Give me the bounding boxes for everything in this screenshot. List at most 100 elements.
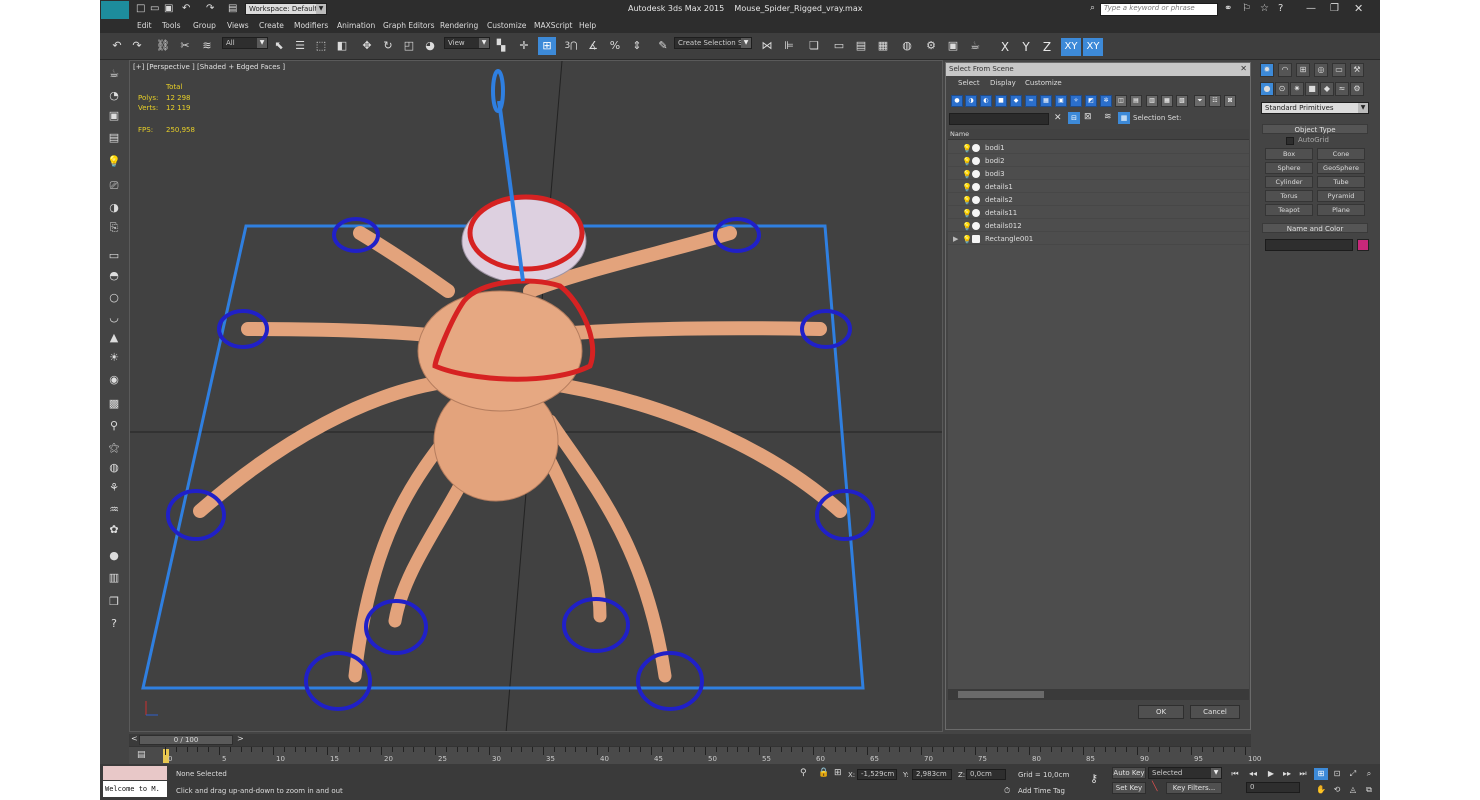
filter-groups-icon[interactable]: ▦ xyxy=(1040,95,1052,107)
hair-icon[interactable]: ♒ xyxy=(106,502,122,518)
filter-hidden-icon[interactable]: ◫ xyxy=(1115,95,1127,107)
maximize-viewport-icon[interactable]: ⧉ xyxy=(1362,784,1376,796)
time-slider[interactable]: < 0 / 100 > xyxy=(129,734,1251,746)
filter-bones-icon[interactable]: ✧ xyxy=(1070,95,1082,107)
primitive-plane-button[interactable]: Plane xyxy=(1317,204,1365,216)
copy-icon[interactable]: ❐ xyxy=(106,594,122,610)
dialog-close-icon[interactable]: ✕ xyxy=(1240,64,1247,73)
circle-icon[interactable]: ○ xyxy=(106,290,122,306)
axis-xy-cycle-button[interactable]: XY xyxy=(1083,38,1103,56)
primitive-category-dropdown[interactable]: Standard Primitives ▼ xyxy=(1261,102,1369,114)
y-coordinate-field[interactable]: 2,983cm xyxy=(912,769,952,780)
light-icon[interactable]: 💡 xyxy=(106,154,122,170)
restore-icon[interactable]: ❐ xyxy=(1330,3,1339,14)
axis-z-button[interactable]: Z xyxy=(1040,38,1054,56)
spinner-snap-icon[interactable]: ⇕ xyxy=(628,37,646,55)
menu-help[interactable]: Help xyxy=(579,21,596,30)
list-item[interactable]: 💡 bodi3 xyxy=(948,168,1249,180)
layers-icon[interactable]: ▤ xyxy=(106,130,122,146)
shape-icon[interactable] xyxy=(972,235,980,243)
render-setup-icon[interactable]: ⚙ xyxy=(922,37,940,55)
play-icon[interactable]: ▶ xyxy=(1264,768,1278,780)
material-editor-icon[interactable]: ◍ xyxy=(898,37,916,55)
key-mode-toggle-icon[interactable]: ⊞ xyxy=(1314,768,1328,780)
menu-create[interactable]: Create xyxy=(259,21,284,30)
display-none-icon[interactable]: ▥ xyxy=(1146,95,1158,107)
curve-editor-icon[interactable]: ▤ xyxy=(852,37,870,55)
spider-thorax[interactable] xyxy=(417,290,583,412)
hold-icon[interactable]: ▤ xyxy=(228,3,237,14)
expand-arrow-icon[interactable]: ▶ xyxy=(953,233,958,245)
checker-icon[interactable]: ▩ xyxy=(106,396,122,412)
primitive-box-button[interactable]: Box xyxy=(1265,148,1313,160)
move-icon[interactable]: ✥ xyxy=(358,37,376,55)
teapot-icon[interactable]: ☕ xyxy=(106,66,122,82)
open-file-icon[interactable]: ▭ xyxy=(150,3,159,14)
place-icon[interactable]: ◕ xyxy=(421,37,439,55)
time-slider-prev[interactable]: < xyxy=(131,734,138,743)
dialog-menu-select[interactable]: Select xyxy=(958,79,980,87)
time-configuration-icon[interactable]: ⊡ xyxy=(1330,768,1344,780)
z-coordinate-field[interactable]: 0,0cm xyxy=(966,769,1006,780)
object-name-input[interactable] xyxy=(1265,239,1353,251)
visibility-icon[interactable] xyxy=(972,183,980,191)
dialog-menu-customize[interactable]: Customize xyxy=(1025,79,1062,87)
list-item[interactable]: 💡 bodi1 xyxy=(948,142,1249,154)
selection-set-icon[interactable]: ▦ xyxy=(1118,112,1130,124)
list-horizontal-scrollbar[interactable] xyxy=(948,689,1249,700)
list-item[interactable]: 💡 details11 xyxy=(948,207,1249,219)
display-all-icon[interactable]: ▤ xyxy=(1130,95,1142,107)
maxscript-listener-top[interactable] xyxy=(103,766,167,780)
close-icon[interactable]: ✕ xyxy=(1354,2,1363,15)
pan-icon[interactable]: ✋ xyxy=(1314,784,1328,796)
filter-list-icon[interactable]: ☷ xyxy=(1209,95,1221,107)
scrollbar-thumb[interactable] xyxy=(958,691,1044,698)
select-by-name-icon[interactable]: ☰ xyxy=(291,37,309,55)
binoculars-icon[interactable]: ⚭ xyxy=(1224,3,1232,14)
name-and-color-rollout[interactable]: Name and Color xyxy=(1262,223,1368,233)
cancel-button[interactable]: Cancel xyxy=(1190,705,1240,719)
clipboard-icon[interactable]: ▥ xyxy=(106,570,122,586)
modify-tab-icon[interactable]: ◠ xyxy=(1278,63,1292,77)
sphere-preview-icon[interactable]: ◔ xyxy=(106,88,122,104)
list-item[interactable]: 💡 bodi2 xyxy=(948,155,1249,167)
zoom-icon[interactable]: ⌕ xyxy=(1362,768,1376,780)
axis-y-button[interactable]: Y xyxy=(1019,38,1033,56)
selection-filter-dropdown[interactable]: All ▼ xyxy=(222,37,268,49)
menu-tools[interactable]: Tools xyxy=(162,21,180,30)
field-of-view-icon[interactable]: ◬ xyxy=(1346,784,1360,796)
previous-frame-icon[interactable]: ◂◂ xyxy=(1246,768,1260,780)
camera-icon[interactable]: ⎚ xyxy=(106,178,122,194)
help-circle-icon[interactable]: ? xyxy=(106,616,122,632)
select-object-icon[interactable]: ⬉ xyxy=(270,37,288,55)
filter-xrefs-icon[interactable]: ▣ xyxy=(1055,95,1067,107)
save-file-icon[interactable]: ▣ xyxy=(164,3,173,14)
create-tab-icon[interactable]: ✹ xyxy=(1260,63,1274,77)
search-input[interactable]: Type a keyword or phrase xyxy=(1100,3,1218,16)
selection-lock-icon[interactable]: 🔒 xyxy=(818,768,829,778)
systems-icon[interactable]: ⚙ xyxy=(1350,82,1364,96)
primitive-sphere-button[interactable]: Sphere xyxy=(1265,162,1313,174)
schematic-view-icon[interactable]: ▦ xyxy=(874,37,892,55)
primitive-pyramid-button[interactable]: Pyramid xyxy=(1317,190,1365,202)
primitive-teapot-button[interactable]: Teapot xyxy=(1265,204,1313,216)
menu-group[interactable]: Group xyxy=(193,21,216,30)
rendered-frame-window-icon[interactable]: ▣ xyxy=(944,37,962,55)
menu-modifiers[interactable]: Modifiers xyxy=(294,21,328,30)
bookmark-icon[interactable]: ⚐ xyxy=(1242,3,1251,14)
globe-icon[interactable]: ◍ xyxy=(106,460,122,476)
disc-icon[interactable]: ◉ xyxy=(106,372,122,388)
bowl-icon[interactable]: ◡ xyxy=(106,310,122,326)
default-in-out-tangent-icon[interactable]: ╲ xyxy=(1152,782,1157,792)
align-icon[interactable]: ⊫ xyxy=(780,37,798,55)
cone-icon[interactable]: ▲ xyxy=(106,330,122,346)
primitive-torus-button[interactable]: Torus xyxy=(1265,190,1313,202)
filter-clear-icon[interactable]: ⊠ xyxy=(1224,95,1236,107)
box-preview-icon[interactable]: ▣ xyxy=(106,108,122,124)
geometry-icon[interactable]: ● xyxy=(1260,82,1274,96)
named-selection-sets-dropdown[interactable]: Create Selection Se ▼ xyxy=(674,37,752,49)
cameras-icon[interactable]: ■ xyxy=(1305,82,1319,96)
bulb-icon[interactable]: 💡 xyxy=(962,143,972,155)
menu-animation[interactable]: Animation xyxy=(337,21,375,30)
object-color-swatch[interactable] xyxy=(1357,239,1369,251)
